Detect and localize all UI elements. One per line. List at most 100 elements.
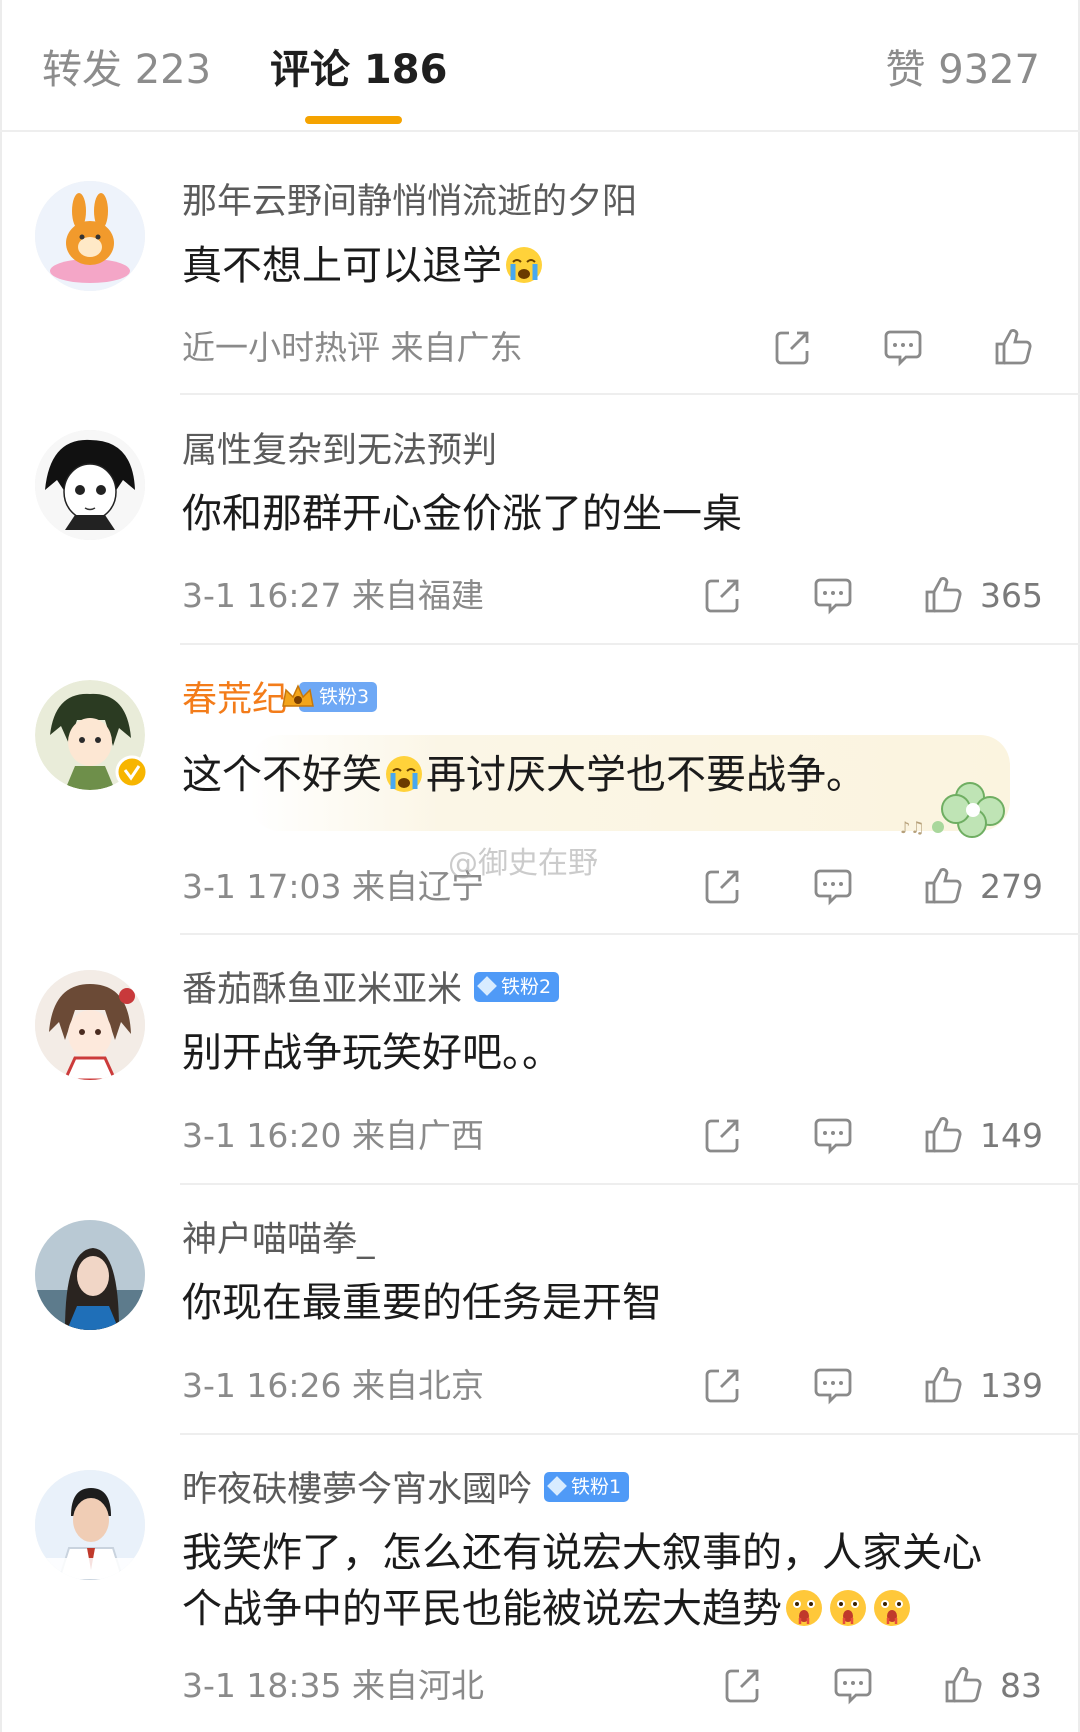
username-text: 春荒纪 — [182, 680, 288, 720]
reply-button[interactable] — [812, 574, 854, 618]
reply-button[interactable] — [812, 865, 854, 909]
like-icon — [925, 868, 962, 904]
like-button[interactable]: 139 — [922, 1364, 1043, 1408]
comment-actions: 139 — [702, 1364, 1043, 1408]
like-icon — [945, 1667, 982, 1703]
tab-bar: 转发 223 评论 186 赞 9327 — [0, 0, 1080, 132]
comment-text: 你现在最重要的任务是开智 — [182, 1280, 662, 1326]
avatar[interactable] — [35, 181, 145, 291]
username[interactable]: 神户喵喵拳_ — [182, 1218, 375, 1262]
share-button[interactable] — [722, 1664, 764, 1708]
comment-meta: 3-1 18:35 来自河北 — [182, 1666, 484, 1705]
share-button[interactable] — [702, 574, 744, 618]
comment-text-part: 这个不好笑 — [182, 752, 382, 798]
username-text: 番茄酥鱼亚米亚米 — [182, 970, 463, 1010]
comment-actions: 149 — [702, 1114, 1043, 1158]
avatar[interactable] — [35, 430, 145, 540]
comment-text: 我笑炸了，怎么还有说宏大叙事的，人家关心个战争中的平民也能被说宏大趋势 — [182, 1525, 1012, 1637]
like-count: 139 — [980, 1366, 1043, 1405]
comment-icon — [814, 578, 852, 615]
svg-text:♪♫: ♪♫ — [900, 818, 925, 837]
like-button[interactable]: 149 — [922, 1114, 1043, 1158]
comment-icon — [834, 1668, 872, 1705]
crying-emoji — [504, 245, 544, 285]
like-button[interactable]: 83 — [942, 1664, 1042, 1708]
share-icon — [705, 1369, 739, 1403]
like-count: 149 — [980, 1116, 1043, 1155]
comment-text: 这个不好笑 再讨厌大学也不要战争。 — [182, 747, 1022, 803]
divider — [180, 933, 1080, 935]
fan-badge[interactable]: 铁粉3 — [282, 682, 378, 712]
comment-actions: 365 — [702, 574, 1043, 618]
comment-icon — [814, 869, 852, 906]
tab-comments[interactable]: 评论 186 — [270, 44, 447, 96]
comment-meta: 近一小时热评 来自广东 — [182, 328, 523, 367]
share-icon — [705, 870, 739, 904]
username-text: 昨夜砆樓夢今宵水國吟 — [182, 1470, 533, 1510]
avatar[interactable] — [35, 680, 149, 790]
comment-actions: 279 — [702, 865, 1043, 909]
avatar[interactable] — [35, 1220, 145, 1330]
share-icon — [705, 1119, 739, 1153]
share-icon — [705, 579, 739, 613]
share-button[interactable] — [702, 865, 744, 909]
share-button[interactable] — [702, 1114, 744, 1158]
comment-actions — [772, 326, 1042, 370]
username[interactable]: 属性复杂到无法预判 — [182, 429, 497, 473]
share-icon — [775, 331, 809, 365]
comment-text: 别开战争玩笑好吧。。 — [182, 1030, 562, 1076]
comment-meta: 3-1 16:26 来自北京 — [182, 1366, 484, 1405]
like-button[interactable]: 279 — [922, 865, 1043, 909]
watermark: @御史在野 — [448, 846, 598, 881]
comment-icon — [814, 1368, 852, 1405]
divider — [180, 643, 1080, 645]
like-count: 279 — [980, 867, 1043, 906]
divider — [180, 1433, 1080, 1435]
shocked-emoji — [784, 1588, 824, 1628]
like-icon — [925, 1117, 962, 1153]
username[interactable]: 春荒纪 铁粉3 — [182, 678, 378, 722]
shocked-emoji — [872, 1588, 912, 1628]
like-button[interactable] — [992, 326, 1034, 370]
fan-badge-label: 铁粉1 — [571, 1476, 622, 1498]
username[interactable]: 番茄酥鱼亚米亚米 铁粉2 — [182, 968, 560, 1012]
comment-meta: 3-1 17:03 来自辽宁 — [182, 867, 484, 906]
like-icon — [925, 1367, 962, 1403]
avatar[interactable] — [35, 1470, 145, 1580]
active-tab-indicator — [305, 116, 402, 124]
like-count: 83 — [1000, 1666, 1042, 1705]
verified-icon — [115, 755, 149, 789]
comment-text-content: 真不想上可以退学 — [182, 243, 502, 289]
shocked-emoji — [828, 1588, 868, 1628]
reply-button[interactable] — [812, 1364, 854, 1408]
divider — [180, 393, 1080, 395]
comment-meta: 3-1 16:27 来自福建 — [182, 576, 484, 615]
like-icon — [995, 329, 1032, 365]
comment-icon — [814, 1118, 852, 1155]
reply-button[interactable] — [812, 1114, 854, 1158]
share-button[interactable] — [772, 326, 814, 370]
comment-text: 你和那群开心金价涨了的坐一桌 — [182, 491, 742, 537]
diamond-icon — [477, 976, 497, 996]
comment-text: 真不想上可以退学 — [182, 238, 1022, 294]
reply-button[interactable] — [882, 326, 924, 370]
tab-likes[interactable]: 赞 9327 — [885, 44, 1040, 96]
crown-icon — [282, 684, 314, 707]
tab-forward[interactable]: 转发 223 — [42, 44, 211, 96]
comment-meta: 3-1 16:20 来自广西 — [182, 1116, 484, 1155]
fan-badge[interactable]: 铁粉2 — [474, 972, 560, 1002]
crying-emoji — [384, 754, 424, 794]
divider — [180, 1183, 1080, 1185]
fan-badge[interactable]: 铁粉1 — [544, 1472, 630, 1502]
username[interactable]: 昨夜砆樓夢今宵水國吟 铁粉1 — [182, 1468, 630, 1512]
share-button[interactable] — [702, 1364, 744, 1408]
reply-button[interactable] — [832, 1664, 874, 1708]
avatar[interactable] — [35, 970, 145, 1080]
username[interactable]: 那年云野间静悄悄流逝的夕阳 — [182, 180, 637, 224]
share-icon — [725, 1669, 759, 1703]
like-button[interactable]: 365 — [922, 574, 1043, 618]
fan-badge-label: 铁粉2 — [501, 976, 552, 998]
like-icon — [925, 577, 962, 613]
comment-icon — [884, 330, 922, 367]
diamond-icon — [547, 1476, 567, 1496]
